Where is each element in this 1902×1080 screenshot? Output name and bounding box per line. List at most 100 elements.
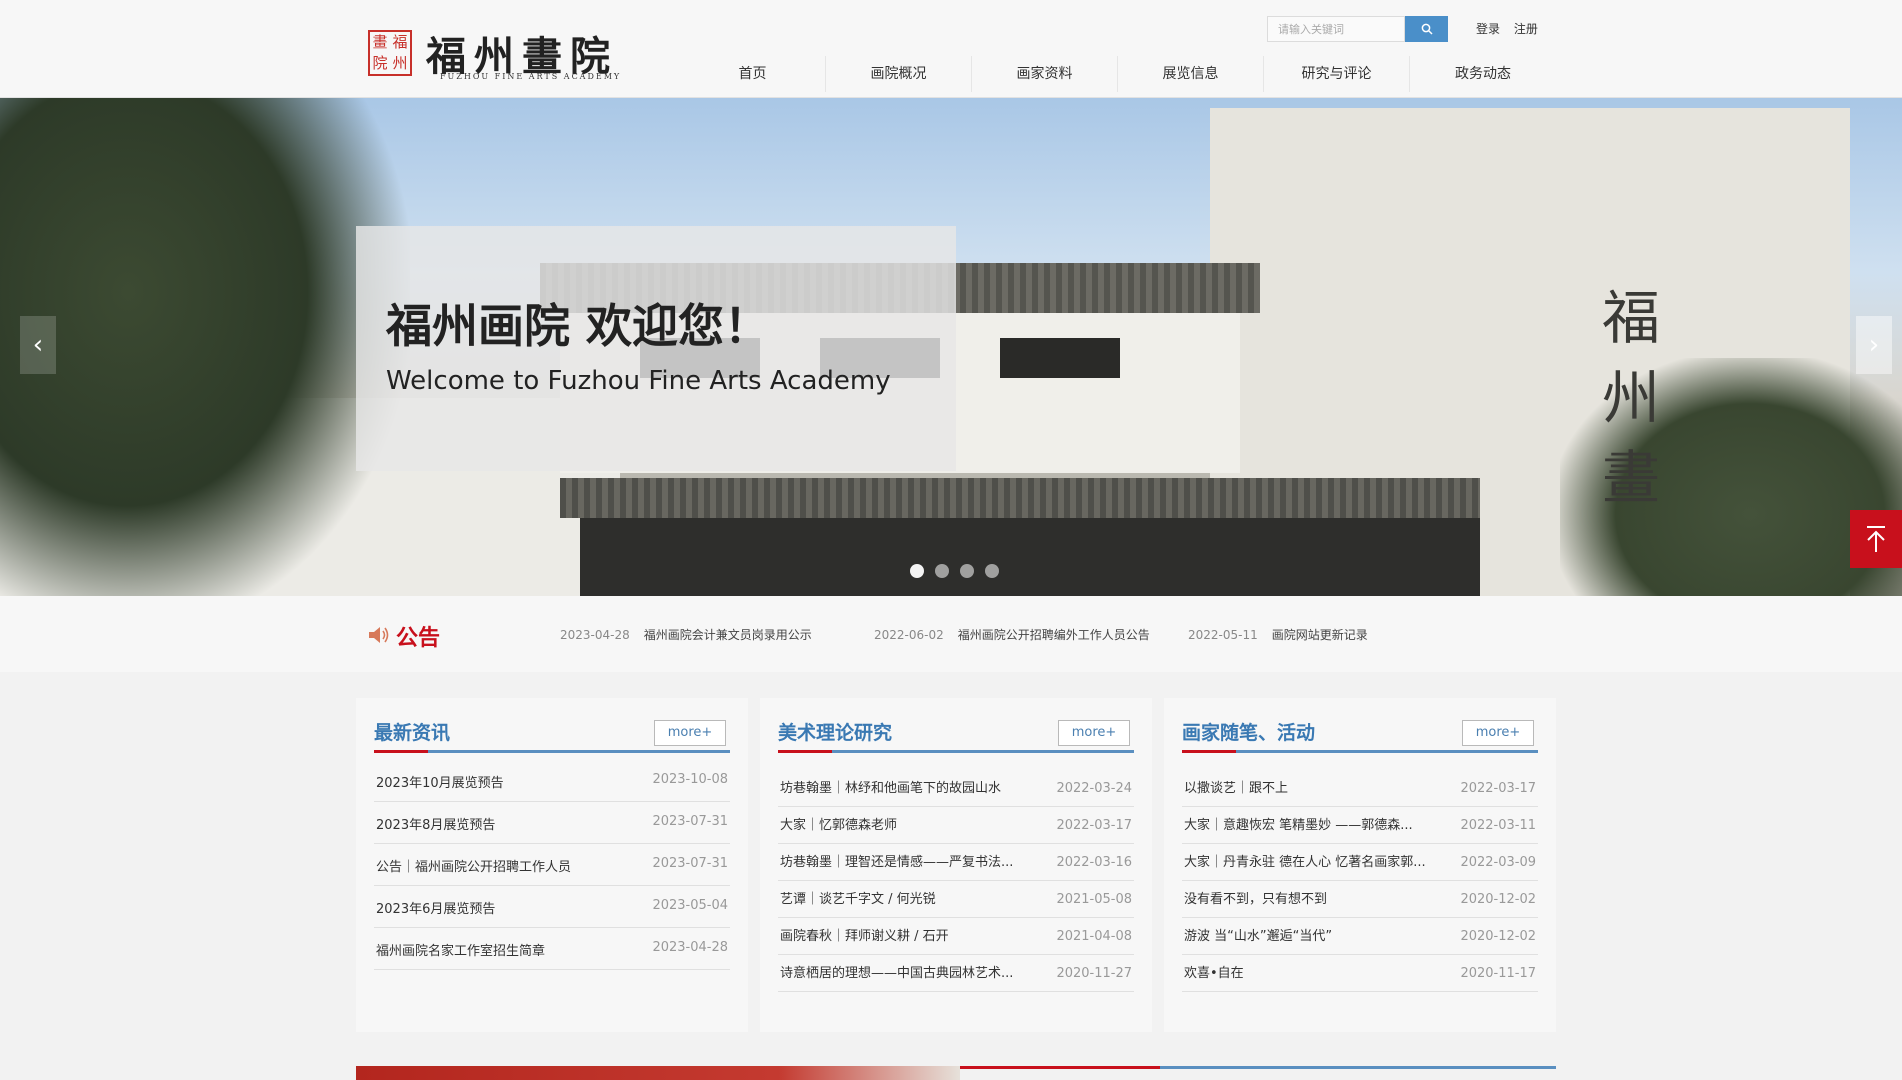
auth-links: 登录 注册 [1476,20,1548,37]
register-link[interactable]: 注册 [1514,22,1538,36]
more-button[interactable]: more+ [1058,720,1130,746]
next-section-preview [356,1066,1556,1080]
notice-title: 福州画院会计兼文员岗录用公示 [643,628,812,642]
notice-date: 2022-05-11 [1188,628,1258,642]
banner-next-button[interactable]: › [1856,316,1892,374]
list-item[interactable]: 游波 当“山水”邂逅“当代” 2020-12-02 [1182,918,1538,955]
item-title: 没有看不到，只有想不到 [1184,892,1328,907]
nav-item-exhibitions[interactable]: 展览信息 [1118,56,1264,92]
list-item[interactable]: 福州画院名家工作室招生简章 2023-04-28 [374,928,730,970]
banner-dot-4[interactable] [985,564,999,578]
card-title: 画家随笔、活动 [1182,722,1316,744]
list-item[interactable]: 坊巷翰墨｜理智还是情感——严复书法... 2022-03-16 [778,844,1134,881]
more-button[interactable]: more+ [1462,720,1534,746]
item-title: 大家｜丹青永驻 德在人心 忆著名画家郭... [1184,855,1426,870]
card-title: 最新资讯 [374,722,451,744]
list-item[interactable]: 坊巷翰墨｜林纾和他画笔下的故园山水 2022-03-24 [778,760,1134,807]
calligraphy-char: 福 [1601,284,1660,352]
item-date: 2023-07-31 [652,856,728,871]
site-logo[interactable]: 畫 福 院 州 福州畫院 FUZHOU FINE ARTS ACADEMY [368,24,619,84]
nav-item-home[interactable]: 首页 [680,56,826,92]
list-item[interactable]: 2023年6月展览预告 2023-05-04 [374,886,730,928]
item-title: 以撒谈艺｜跟不上 [1184,781,1289,796]
next-section-image [356,1066,960,1080]
banner-dot-2[interactable] [935,564,949,578]
list-item[interactable]: 2023年10月展览预告 2023-10-08 [374,760,730,802]
nav-item-research[interactable]: 研究与评论 [1264,56,1410,92]
search-button[interactable] [1405,16,1448,42]
login-link[interactable]: 登录 [1476,22,1500,36]
banner-pagination [910,564,999,578]
list-item[interactable]: 没有看不到，只有想不到 2020-12-02 [1182,881,1538,918]
notice-item[interactable]: 2023-04-28 福州画院会计兼文员岗录用公示 [560,626,812,643]
hero-banner[interactable]: 福 州 畫 福州画院 欢迎您！ Welcome to Fuzhou Fine A… [0,98,1902,596]
item-date: 2020-11-27 [1056,966,1132,981]
chevron-right-icon: › [1868,330,1880,360]
seal-char: 畫 [372,33,388,51]
card-header: 美术理论研究 more+ [778,718,1134,753]
main-nav: 首页 画院概况 画家资料 展览信息 研究与评论 政务动态 [680,56,1556,92]
banner-photo-tree [0,98,410,596]
item-date: 2022-03-24 [1056,781,1132,796]
banner-dot-3[interactable] [960,564,974,578]
notice-item[interactable]: 2022-06-02 福州画院公开招聘编外工作人员公告 [874,626,1150,643]
essays-list: 以撒谈艺｜跟不上 2022-03-17 大家｜意趣恢宏 笔精墨妙 ——郭德森...… [1182,760,1538,992]
site-header: 畫 福 院 州 福州畫院 FUZHOU FINE ARTS ACADEMY 登录… [0,0,1902,98]
item-title: 坊巷翰墨｜林纾和他画笔下的故园山水 [780,781,1002,796]
notice-date: 2022-06-02 [874,628,944,642]
banner-photo-roof-low [560,478,1480,518]
theory-list: 坊巷翰墨｜林纾和他画笔下的故园山水 2022-03-24 大家｜忆郭德森老师 202… [778,760,1134,992]
item-title: 坊巷翰墨｜理智还是情感——严复书法... [780,855,1014,870]
item-title: 画院春秋｜拜师谢义耕 / 石开 [780,929,949,944]
list-item[interactable]: 大家｜意趣恢宏 笔精墨妙 ——郭德森... 2022-03-11 [1182,807,1538,844]
list-item[interactable]: 画院春秋｜拜师谢义耕 / 石开 2021-04-08 [778,918,1134,955]
list-item[interactable]: 以撒谈艺｜跟不上 2022-03-17 [1182,760,1538,807]
next-section-divider-red [960,1066,1160,1069]
nav-item-government[interactable]: 政务动态 [1410,56,1556,92]
banner-photo-ground [580,518,1480,596]
item-title: 福州画院名家工作室招生简章 [376,944,546,959]
calligraphy-char: 州 [1601,364,1660,432]
notice-title: 福州画院公开招聘编外工作人员公告 [957,628,1150,642]
item-date: 2022-03-16 [1056,855,1132,870]
list-item[interactable]: 公告｜福州画院公开招聘工作人员 2023-07-31 [374,844,730,886]
item-date: 2022-03-17 [1460,781,1536,796]
list-item[interactable]: 诗意栖居的理想——中国古典园林艺术... 2020-11-27 [778,955,1134,992]
item-title: 2023年8月展览预告 [376,818,496,833]
notice-label: 公告 [396,626,441,651]
list-item[interactable]: 大家｜忆郭德森老师 2022-03-17 [778,807,1134,844]
banner-caption-box: 福州画院 欢迎您！ Welcome to Fuzhou Fine Arts Ac… [356,226,956,471]
banner-calligraphy: 福 州 畫 [1596,278,1666,518]
logo-name-en: FUZHOU FINE ARTS ACADEMY [440,72,622,81]
list-item[interactable]: 大家｜丹青永驻 德在人心 忆著名画家郭... 2022-03-09 [1182,844,1538,881]
item-title: 游波 当“山水”邂逅“当代” [1184,929,1333,944]
more-button[interactable]: more+ [654,720,726,746]
nav-item-artists[interactable]: 画家资料 [972,56,1118,92]
notice-date: 2023-04-28 [560,628,630,642]
list-item[interactable]: 艺谭｜谈艺千字文 / 何光锐 2021-05-08 [778,881,1134,918]
banner-subtitle: Welcome to Fuzhou Fine Arts Academy [386,366,891,396]
item-date: 2023-05-04 [652,898,728,913]
calligraphy-char: 畫 [1601,444,1660,512]
banner-prev-button[interactable]: ‹ [20,316,56,374]
banner-dot-1[interactable] [910,564,924,578]
notice-item[interactable]: 2022-05-11 画院网站更新记录 [1188,626,1368,643]
item-title: 诗意栖居的理想——中国古典园林艺术... [780,966,1014,981]
list-item[interactable]: 欢喜•自在 2020-11-17 [1182,955,1538,992]
item-title: 大家｜意趣恢宏 笔精墨妙 ——郭德森... [1184,818,1413,833]
speaker-icon [369,627,389,643]
item-title: 艺谭｜谈艺千字文 / 何光锐 [780,892,936,907]
nav-item-overview[interactable]: 画院概况 [826,56,972,92]
list-item[interactable]: 2023年8月展览预告 2023-07-31 [374,802,730,844]
banner-photo-window [1000,338,1120,378]
item-date: 2020-11-17 [1460,966,1536,981]
item-date: 2022-03-11 [1460,818,1536,833]
seal-char: 福 [392,33,408,51]
item-date: 2021-04-08 [1056,929,1132,944]
search-input[interactable] [1267,16,1405,42]
card-header: 画家随笔、活动 more+ [1182,718,1538,753]
card-art-theory: 美术理论研究 more+ 坊巷翰墨｜林纾和他画笔下的故园山水 2022-03-24… [760,698,1152,1032]
item-title: 大家｜忆郭德森老师 [780,818,898,833]
back-to-top-button[interactable] [1850,510,1902,568]
logo-seal: 畫 福 院 州 [368,30,412,76]
